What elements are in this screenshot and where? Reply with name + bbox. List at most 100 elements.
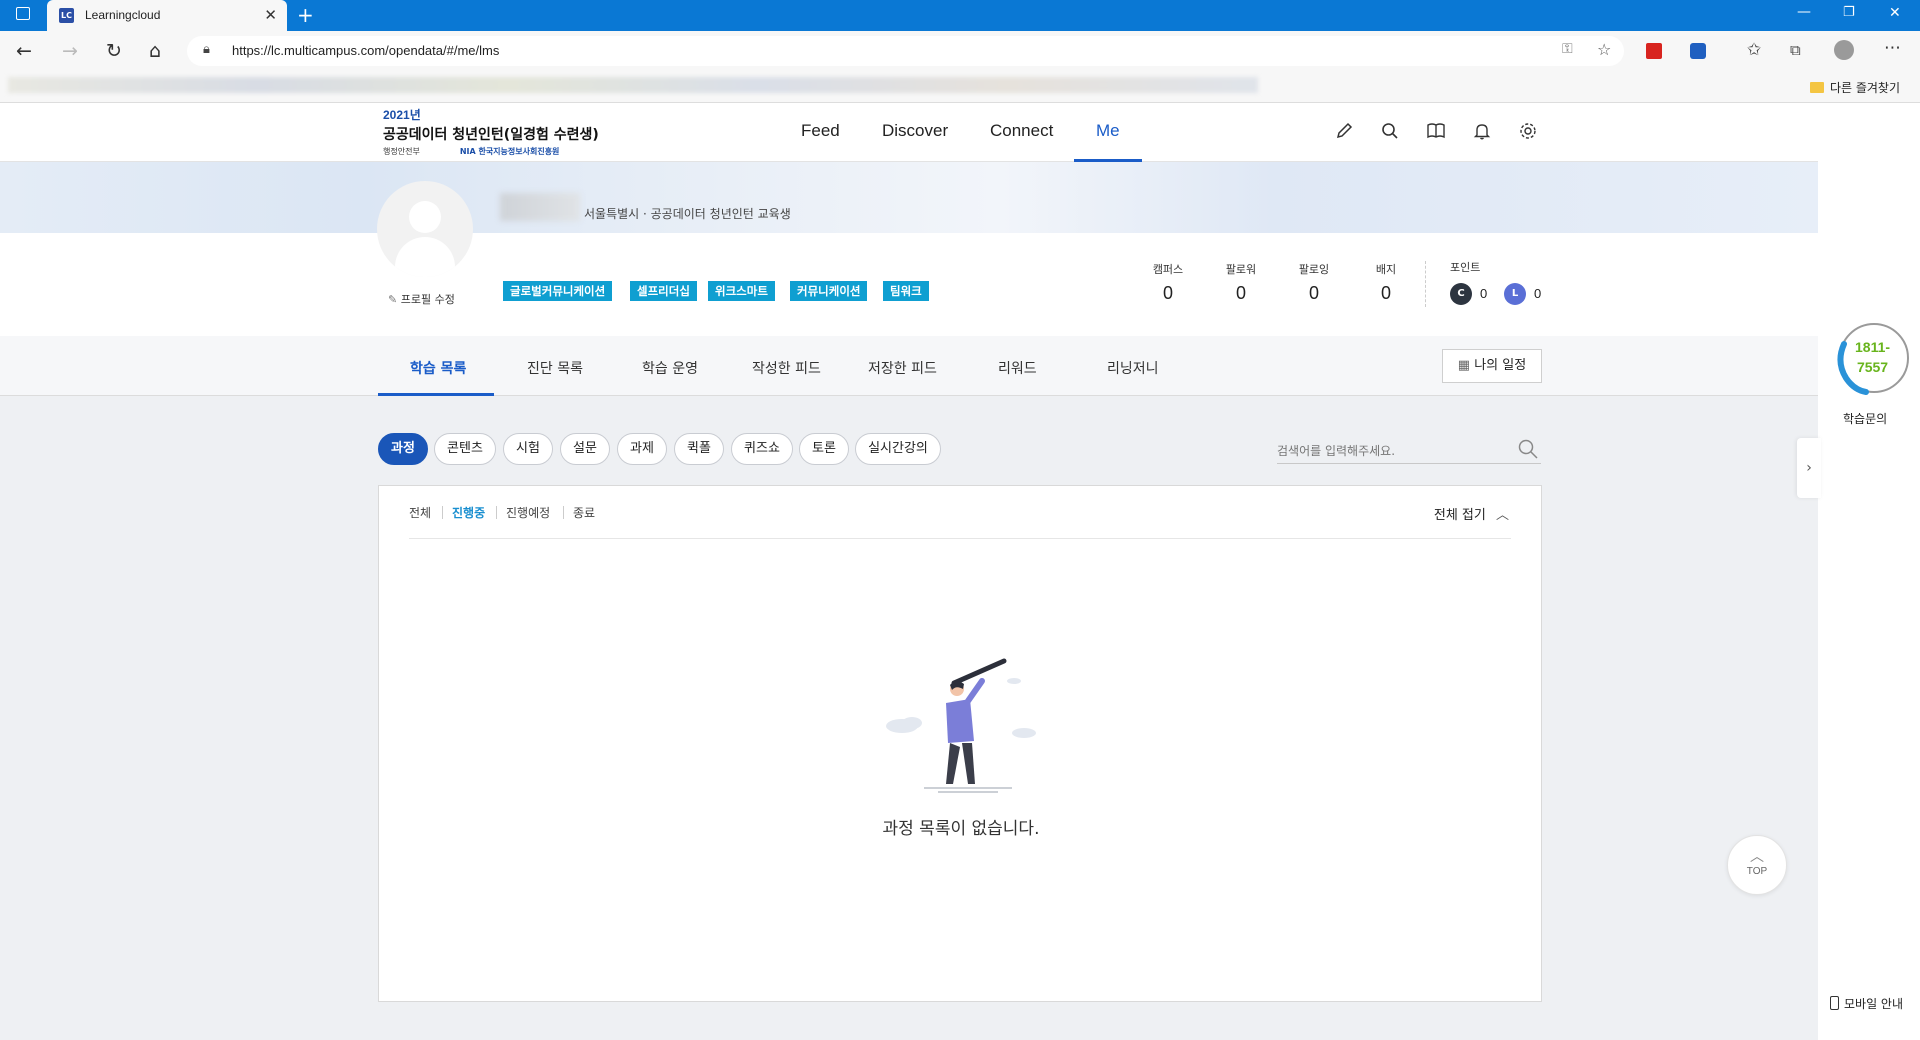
status-divider: [563, 506, 564, 519]
chip-assignment[interactable]: 과제: [617, 433, 667, 465]
tab-saved-feed[interactable]: 저장한 피드: [868, 358, 937, 378]
status-divider: [496, 506, 497, 519]
tab-learning-ops[interactable]: 학습 운영: [642, 358, 698, 378]
profile-banner: [0, 162, 1818, 233]
chip-survey[interactable]: 설문: [560, 433, 610, 465]
logo-year: 2021년: [383, 108, 421, 122]
scroll-top-button[interactable]: ︿ TOP: [1727, 835, 1787, 895]
search-icon[interactable]: [1380, 121, 1400, 141]
mobile-guide-link[interactable]: 모바일 안내: [1830, 995, 1903, 1012]
nav-feed[interactable]: Feed: [801, 121, 840, 141]
restore-icon[interactable]: ❐: [1843, 5, 1855, 20]
avatar-head-shape: [409, 201, 441, 233]
tab-actions-icon[interactable]: [16, 7, 30, 20]
favorites-bar: 다른 즐겨찾기: [0, 71, 1920, 103]
status-in-progress[interactable]: 진행중: [452, 504, 485, 521]
chip-exam[interactable]: 시험: [503, 433, 553, 465]
extension-red-icon[interactable]: [1646, 43, 1662, 59]
l-point-value: 0: [1534, 286, 1542, 301]
collapse-all-button[interactable]: 전체 접기 ︿: [1434, 504, 1509, 523]
chip-contents[interactable]: 콘텐츠: [434, 433, 496, 465]
tab-learning-list[interactable]: 학습 목록: [410, 358, 466, 378]
stat-badges[interactable]: 배지 0: [1356, 261, 1416, 304]
key-icon[interactable]: ⚿: [1562, 41, 1573, 57]
page-content: 2021년 공공데이터 청년인턴(일경험 수련생) 행정안전부 NIA 한국지능정…: [0, 103, 1818, 1040]
tab-reward[interactable]: 리워드: [998, 358, 1037, 378]
right-quick-bar: [1818, 103, 1920, 1040]
forward-icon[interactable]: →: [62, 40, 78, 62]
new-tab-icon[interactable]: +: [297, 3, 314, 27]
profile-avatar-icon[interactable]: [1834, 40, 1854, 60]
status-ended[interactable]: 종료: [573, 504, 595, 521]
collections-icon[interactable]: ⧉: [1790, 41, 1801, 59]
tag-global-communication[interactable]: 글로벌커뮤니케이션: [503, 281, 613, 301]
tag-teamwork[interactable]: 팀워크: [883, 281, 929, 301]
address-bar[interactable]: 🔒︎ https://lc.multicampus.com/opendata/#…: [187, 36, 1624, 66]
stat-divider: [1425, 261, 1426, 307]
chevron-up-icon: ︿: [1750, 849, 1764, 865]
minimize-icon[interactable]: —: [1797, 4, 1811, 20]
my-schedule-button[interactable]: ▦ 나의 일정: [1442, 349, 1542, 383]
content-tabs: 학습 목록 진단 목록 학습 운영 작성한 피드 저장한 피드 리워드 리닝저니…: [0, 336, 1818, 396]
tag-communication[interactable]: 커뮤니케이션: [790, 281, 868, 301]
status-divider: [442, 506, 443, 519]
tab-written-feed[interactable]: 작성한 피드: [752, 358, 821, 378]
tab-learning-journey[interactable]: 리닝저니: [1107, 358, 1159, 378]
tag-work-smart[interactable]: 위크스마트: [708, 281, 775, 301]
chip-live-lecture[interactable]: 실시간강의: [855, 433, 941, 465]
edit-icon: ✎: [388, 293, 398, 306]
stat-followers[interactable]: 팔로워 0: [1211, 261, 1271, 304]
chevron-right-icon[interactable]: ›: [1797, 438, 1821, 498]
avatar: [377, 181, 473, 277]
gear-icon[interactable]: [1518, 121, 1538, 141]
refresh-icon[interactable]: ↻: [106, 40, 122, 62]
favorites-icon[interactable]: ✩: [1747, 40, 1761, 60]
search-input[interactable]: [1277, 441, 1507, 461]
logo-orgs: 행정안전부 NIA 한국지능정보사회진흥원: [383, 147, 560, 156]
book-icon[interactable]: [1426, 121, 1446, 141]
search-underline: [1277, 463, 1541, 464]
chip-quiz-show[interactable]: 퀴즈쇼: [731, 433, 793, 465]
chip-discussion[interactable]: 토론: [799, 433, 849, 465]
more-menu-icon[interactable]: ⋯: [1884, 38, 1901, 58]
chip-quick-poll[interactable]: 퀵폴: [674, 433, 724, 465]
tab-diagnosis-list[interactable]: 진단 목록: [527, 358, 583, 378]
home-icon[interactable]: ⌂: [149, 40, 161, 62]
phone-number[interactable]: 1811- 7557: [1855, 337, 1890, 377]
folder-icon: [1809, 82, 1824, 93]
chip-course[interactable]: 과정: [378, 433, 428, 465]
edit-profile-button[interactable]: ✎ 프로필 수정: [388, 291, 455, 307]
favicon-icon: LC: [59, 8, 74, 23]
stat-following[interactable]: 팔로잉 0: [1284, 261, 1344, 304]
pencil-icon[interactable]: [1334, 121, 1354, 141]
extension-blue-icon[interactable]: [1690, 43, 1706, 59]
mobile-icon: [1830, 996, 1839, 1010]
avatar-body-shape: [395, 237, 455, 277]
browser-titlebar: LC Learningcloud ✕ + — ❐ ✕: [0, 0, 1920, 31]
bell-icon[interactable]: [1472, 121, 1492, 141]
url-text: https://lc.multicampus.com/opendata/#/me…: [232, 43, 500, 58]
nav-me[interactable]: Me: [1096, 121, 1120, 141]
logo-title: 공공데이터 청년인턴(일경험 수련생): [383, 127, 599, 143]
nav-discover[interactable]: Discover: [882, 121, 948, 141]
close-tab-icon[interactable]: ✕: [264, 6, 277, 24]
other-favorites[interactable]: 다른 즐겨찾기: [1809, 79, 1900, 96]
tab-title: Learningcloud: [85, 8, 161, 22]
search-icon[interactable]: [1517, 438, 1539, 460]
status-all[interactable]: 전체: [409, 504, 431, 521]
add-favorite-icon[interactable]: ☆: [1597, 40, 1611, 59]
points-label: 포인트: [1450, 261, 1481, 274]
empty-message: 과정 목록이 없습니다.: [882, 819, 1040, 839]
browser-tab[interactable]: LC Learningcloud ✕: [47, 0, 287, 31]
status-upcoming[interactable]: 진행예정: [506, 504, 550, 521]
window-close-icon[interactable]: ✕: [1889, 5, 1901, 21]
tag-self-leadership[interactable]: 셀프리더십: [630, 281, 697, 301]
learning-inquiry-label: 학습문의: [1843, 412, 1888, 426]
stat-campus[interactable]: 캠퍼스 0: [1138, 261, 1198, 304]
nav-connect[interactable]: Connect: [990, 121, 1053, 141]
back-icon[interactable]: ←: [16, 40, 32, 62]
global-nav: 2021년 공공데이터 청년인턴(일경험 수련생) 행정안전부 NIA 한국지능정…: [0, 103, 1818, 162]
l-point-icon: L: [1504, 283, 1526, 305]
calendar-icon: ▦: [1457, 358, 1471, 373]
site-logo[interactable]: 2021년 공공데이터 청년인턴(일경험 수련생) 행정안전부 NIA 한국지능정…: [383, 106, 599, 157]
